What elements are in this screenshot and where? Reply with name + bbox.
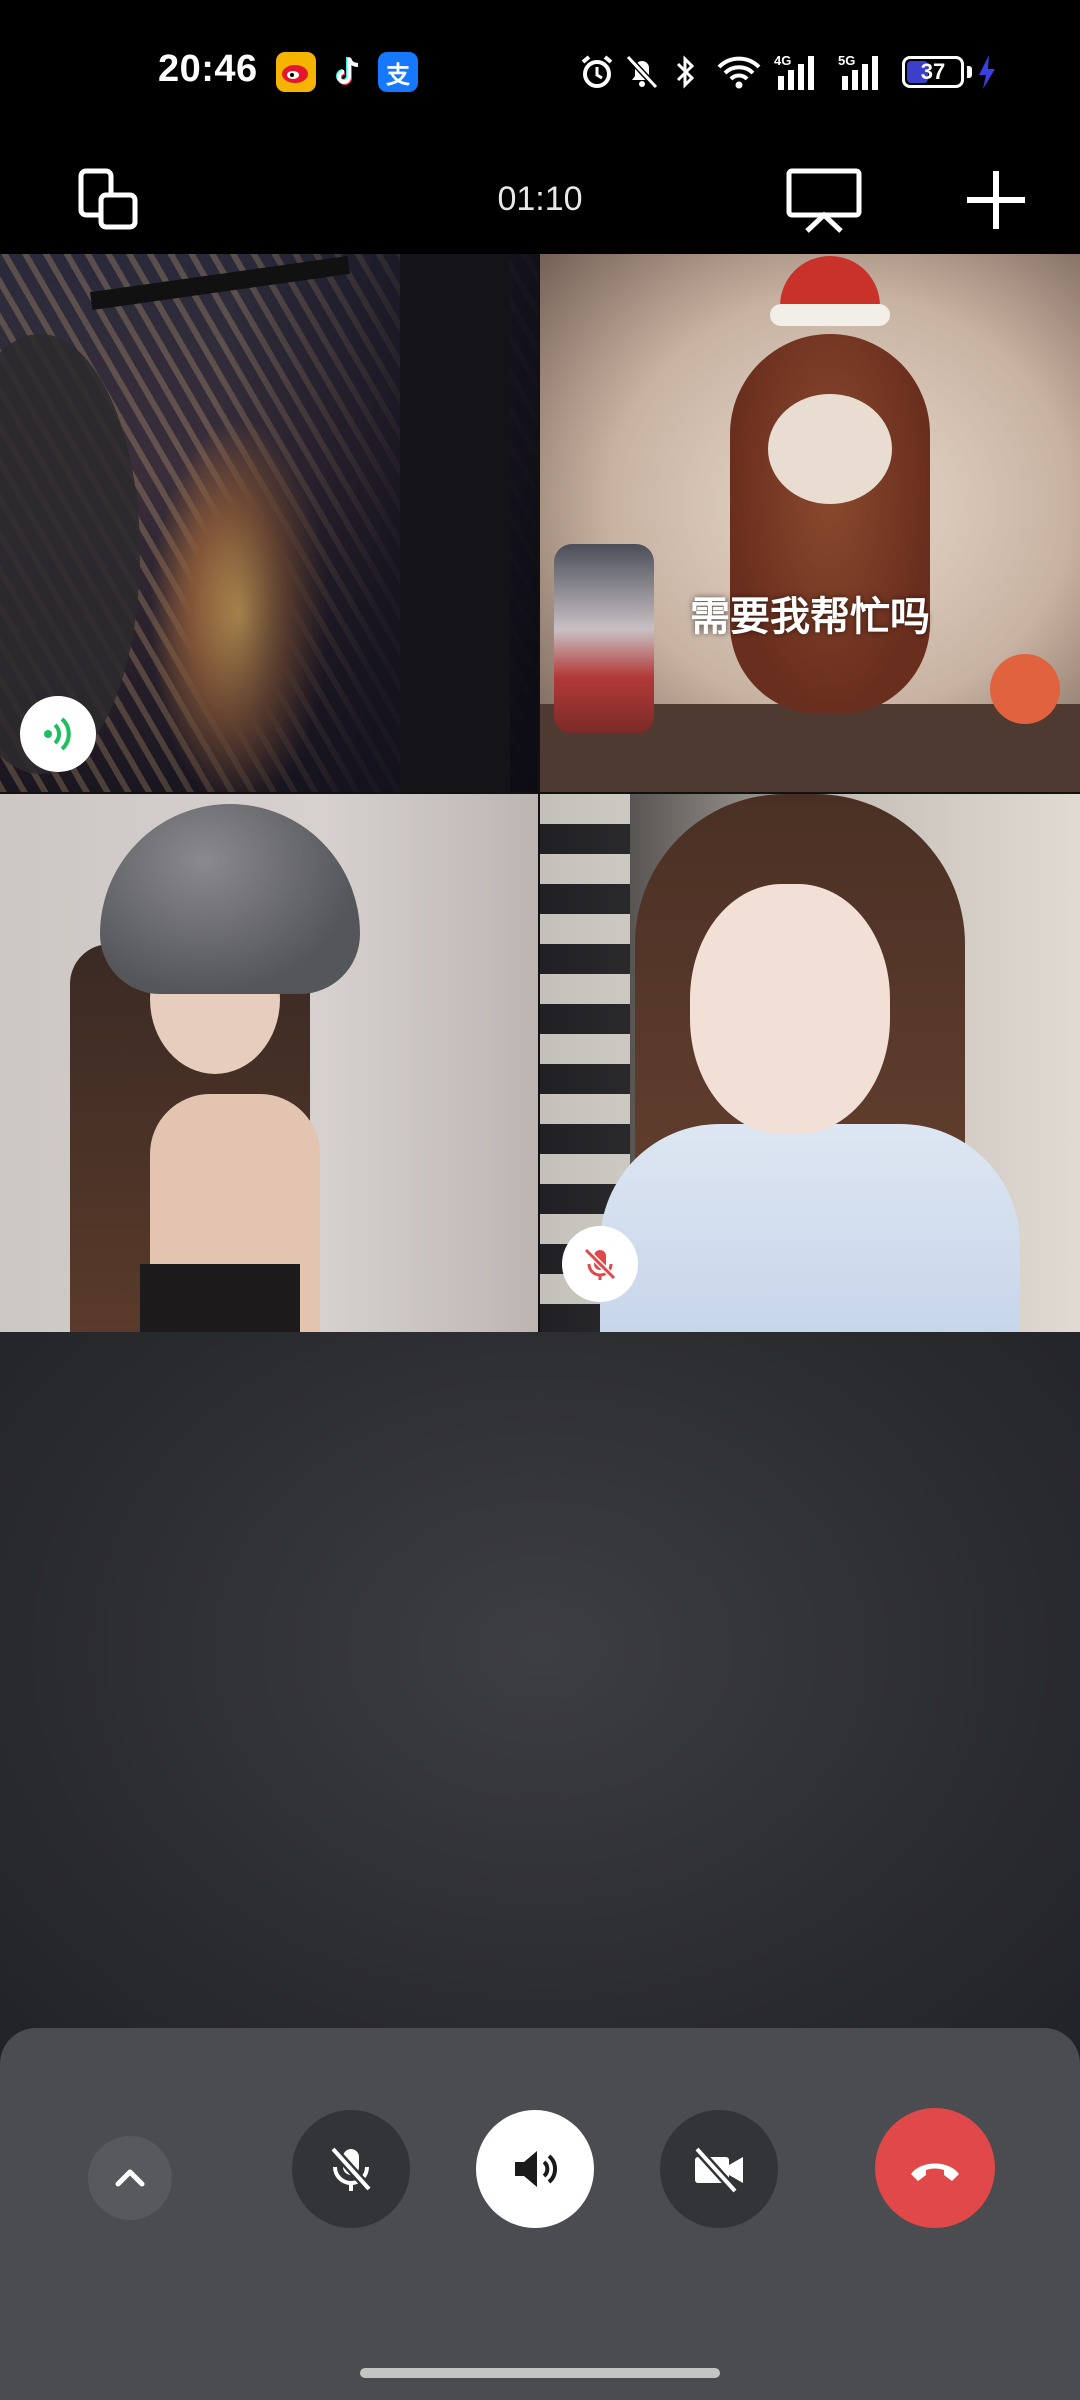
status-time: 20:46 (158, 48, 258, 90)
video-pumpkin (990, 654, 1060, 724)
participant-tile-4[interactable] (540, 794, 1080, 1332)
switch-window-icon[interactable] (68, 160, 148, 240)
camera-off-icon (693, 2145, 743, 2195)
battery-cap (967, 66, 972, 78)
alipay-glyph: 支 (386, 60, 410, 89)
network-5g-label: 5G (838, 53, 855, 68)
chevron-up-icon (115, 2169, 145, 2187)
video-face (690, 884, 890, 1134)
call-control-panel (0, 2028, 1080, 2400)
alarm-icon (578, 50, 616, 94)
charging-icon (976, 50, 998, 94)
weibo-icon (276, 52, 316, 92)
video-hat-brim (770, 304, 890, 326)
tiktok-icon (328, 52, 368, 92)
expand-button[interactable] (88, 2136, 172, 2220)
speaker-icon (515, 2151, 557, 2187)
alipay-icon: 支 (378, 52, 418, 92)
video-grid: 需要我帮忙吗 (0, 254, 1080, 1332)
network-4g-label: 4G (774, 53, 791, 68)
video-top (140, 1264, 300, 1332)
battery-percent: 37 (920, 59, 946, 84)
mute-bell-icon (624, 50, 660, 94)
phone-hangup-icon (911, 2163, 959, 2181)
signal-5g-icon: 5G (836, 50, 888, 94)
participant-tile-2[interactable]: 需要我帮忙吗 (540, 254, 1080, 792)
mic-off-icon (562, 1226, 638, 1302)
status-bar: 20:46 支 4G 5G 37 (0, 0, 1080, 140)
participant-tile-3[interactable] (0, 794, 538, 1332)
mic-off-icon (329, 2145, 373, 2193)
wifi-icon (716, 50, 762, 94)
video-shirt (600, 1124, 1020, 1332)
signal-4g-icon: 4G (772, 50, 824, 94)
speaking-icon (20, 696, 96, 772)
video-cat-body (730, 334, 930, 714)
video-hat (100, 804, 360, 994)
camera-toggle-button[interactable] (660, 2110, 778, 2228)
add-participant-icon[interactable] (956, 160, 1036, 240)
group-video-call-screen: 20:46 支 4G 5G 37 01:10 需要我帮忙吗 (0, 0, 1080, 2400)
screen-share-icon[interactable] (784, 160, 864, 240)
participant-tile-1[interactable] (0, 254, 538, 792)
speaker-toggle-button[interactable] (476, 2110, 594, 2228)
video-cat-face (768, 394, 892, 504)
bluetooth-icon (674, 50, 698, 94)
video-caption: 需要我帮忙吗 (690, 594, 930, 640)
hang-up-button[interactable] (875, 2108, 995, 2228)
video-pillar (400, 254, 510, 792)
video-frame (90, 255, 350, 311)
call-timer: 01:10 (497, 180, 583, 218)
battery-icon: 37 (902, 56, 964, 88)
home-indicator[interactable] (360, 2368, 720, 2378)
call-header: 01:10 (0, 140, 1080, 254)
microphone-toggle-button[interactable] (292, 2110, 410, 2228)
